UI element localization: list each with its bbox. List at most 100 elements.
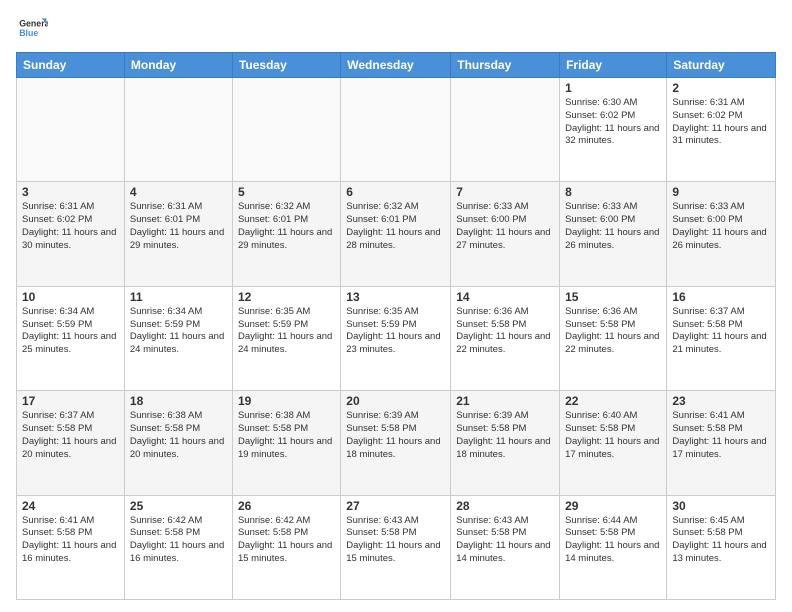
day-info: Sunrise: 6:30 AM Sunset: 6:02 PM Dayligh… — [565, 97, 661, 148]
day-info: Sunrise: 6:40 AM Sunset: 5:58 PM Dayligh… — [565, 410, 661, 461]
calendar-cell: 15 Sunrise: 6:36 AM Sunset: 5:58 PM Dayli… — [560, 286, 667, 390]
calendar-cell — [17, 78, 125, 182]
calendar-cell: 25 Sunrise: 6:42 AM Sunset: 5:58 PM Dayli… — [124, 495, 232, 599]
day-number: 17 — [22, 394, 119, 408]
page-header: General Blue — [16, 12, 776, 44]
day-number: 1 — [565, 81, 661, 95]
day-info: Sunrise: 6:36 AM Sunset: 5:58 PM Dayligh… — [565, 306, 661, 357]
day-number: 20 — [346, 394, 445, 408]
day-info: Sunrise: 6:43 AM Sunset: 5:58 PM Dayligh… — [346, 515, 445, 566]
calendar-cell: 5 Sunrise: 6:32 AM Sunset: 6:01 PM Daylig… — [232, 182, 340, 286]
calendar-cell: 6 Sunrise: 6:32 AM Sunset: 6:01 PM Daylig… — [341, 182, 451, 286]
calendar-cell: 1 Sunrise: 6:30 AM Sunset: 6:02 PM Daylig… — [560, 78, 667, 182]
calendar-cell: 11 Sunrise: 6:34 AM Sunset: 5:59 PM Dayli… — [124, 286, 232, 390]
day-info: Sunrise: 6:37 AM Sunset: 5:58 PM Dayligh… — [672, 306, 770, 357]
day-info: Sunrise: 6:34 AM Sunset: 5:59 PM Dayligh… — [22, 306, 119, 357]
calendar-cell: 18Sunrise: 6:38 AM Sunset: 5:58 PM Dayli… — [124, 391, 232, 495]
svg-text:Blue: Blue — [19, 28, 38, 38]
calendar-cell: 24 Sunrise: 6:41 AM Sunset: 5:58 PM Dayli… — [17, 495, 125, 599]
day-info: Sunrise: 6:34 AM Sunset: 5:59 PM Dayligh… — [130, 306, 227, 357]
calendar-cell: 12 Sunrise: 6:35 AM Sunset: 5:59 PM Dayli… — [232, 286, 340, 390]
day-number: 3 — [22, 185, 119, 199]
weekday-header-thursday: Thursday — [451, 53, 560, 78]
calendar-cell: 26Sunrise: 6:42 AM Sunset: 5:58 PM Dayli… — [232, 495, 340, 599]
day-number: 9 — [672, 185, 770, 199]
day-number: 14 — [456, 290, 554, 304]
day-info: Sunrise: 6:42 AM Sunset: 5:58 PM Dayligh… — [130, 515, 227, 566]
calendar-cell: 27 Sunrise: 6:43 AM Sunset: 5:58 PM Dayli… — [341, 495, 451, 599]
weekday-header-monday: Monday — [124, 53, 232, 78]
calendar-cell: 13Sunrise: 6:35 AM Sunset: 5:59 PM Dayli… — [341, 286, 451, 390]
day-number: 2 — [672, 81, 770, 95]
day-info: Sunrise: 6:33 AM Sunset: 6:00 PM Dayligh… — [456, 201, 554, 252]
day-info: Sunrise: 6:31 AM Sunset: 6:01 PM Dayligh… — [130, 201, 227, 252]
day-number: 29 — [565, 499, 661, 513]
calendar-cell: 21 Sunrise: 6:39 AM Sunset: 5:58 PM Dayli… — [451, 391, 560, 495]
day-number: 10 — [22, 290, 119, 304]
calendar-cell: 8 Sunrise: 6:33 AM Sunset: 6:00 PM Daylig… — [560, 182, 667, 286]
day-number: 7 — [456, 185, 554, 199]
calendar-cell: 30Sunrise: 6:45 AM Sunset: 5:58 PM Dayli… — [667, 495, 776, 599]
day-info: Sunrise: 6:44 AM Sunset: 5:58 PM Dayligh… — [565, 515, 661, 566]
day-info: Sunrise: 6:32 AM Sunset: 6:01 PM Dayligh… — [346, 201, 445, 252]
day-info: Sunrise: 6:45 AM Sunset: 5:58 PM Dayligh… — [672, 515, 770, 566]
day-info: Sunrise: 6:41 AM Sunset: 5:58 PM Dayligh… — [22, 515, 119, 566]
day-info: Sunrise: 6:33 AM Sunset: 6:00 PM Dayligh… — [672, 201, 770, 252]
day-number: 28 — [456, 499, 554, 513]
day-number: 25 — [130, 499, 227, 513]
day-number: 6 — [346, 185, 445, 199]
day-info: Sunrise: 6:35 AM Sunset: 5:59 PM Dayligh… — [238, 306, 335, 357]
calendar-cell — [341, 78, 451, 182]
day-info: Sunrise: 6:43 AM Sunset: 5:58 PM Dayligh… — [456, 515, 554, 566]
calendar-cell: 3 Sunrise: 6:31 AM Sunset: 6:02 PM Daylig… — [17, 182, 125, 286]
day-number: 11 — [130, 290, 227, 304]
day-info: Sunrise: 6:41 AM Sunset: 5:58 PM Dayligh… — [672, 410, 770, 461]
day-number: 19 — [238, 394, 335, 408]
day-info: Sunrise: 6:33 AM Sunset: 6:00 PM Dayligh… — [565, 201, 661, 252]
day-number: 15 — [565, 290, 661, 304]
calendar-table: SundayMondayTuesdayWednesdayThursdayFrid… — [16, 52, 776, 600]
calendar-cell: 4Sunrise: 6:31 AM Sunset: 6:01 PM Daylig… — [124, 182, 232, 286]
calendar-cell: 28 Sunrise: 6:43 AM Sunset: 5:58 PM Dayli… — [451, 495, 560, 599]
calendar-cell — [232, 78, 340, 182]
day-info: Sunrise: 6:36 AM Sunset: 5:58 PM Dayligh… — [456, 306, 554, 357]
calendar-cell: 23 Sunrise: 6:41 AM Sunset: 5:58 PM Dayli… — [667, 391, 776, 495]
day-info: Sunrise: 6:31 AM Sunset: 6:02 PM Dayligh… — [22, 201, 119, 252]
calendar-cell: 7 Sunrise: 6:33 AM Sunset: 6:00 PM Daylig… — [451, 182, 560, 286]
calendar-cell: 19 Sunrise: 6:38 AM Sunset: 5:58 PM Dayli… — [232, 391, 340, 495]
weekday-header-wednesday: Wednesday — [341, 53, 451, 78]
calendar-cell — [451, 78, 560, 182]
calendar-cell: 14 Sunrise: 6:36 AM Sunset: 5:58 PM Dayli… — [451, 286, 560, 390]
calendar-cell: 2 Sunrise: 6:31 AM Sunset: 6:02 PM Daylig… — [667, 78, 776, 182]
day-number: 26 — [238, 499, 335, 513]
day-number: 8 — [565, 185, 661, 199]
calendar-cell: 9 Sunrise: 6:33 AM Sunset: 6:00 PM Daylig… — [667, 182, 776, 286]
day-info: Sunrise: 6:37 AM Sunset: 5:58 PM Dayligh… — [22, 410, 119, 461]
weekday-header-tuesday: Tuesday — [232, 53, 340, 78]
calendar-cell: 10 Sunrise: 6:34 AM Sunset: 5:59 PM Dayli… — [17, 286, 125, 390]
day-number: 23 — [672, 394, 770, 408]
day-number: 27 — [346, 499, 445, 513]
logo: General Blue — [16, 12, 52, 44]
day-number: 12 — [238, 290, 335, 304]
day-info: Sunrise: 6:35 AM Sunset: 5:59 PM Dayligh… — [346, 306, 445, 357]
calendar-cell: 20 Sunrise: 6:39 AM Sunset: 5:58 PM Dayli… — [341, 391, 451, 495]
day-number: 21 — [456, 394, 554, 408]
day-number: 22 — [565, 394, 661, 408]
weekday-header-saturday: Saturday — [667, 53, 776, 78]
day-number: 18 — [130, 394, 227, 408]
weekday-header-friday: Friday — [560, 53, 667, 78]
calendar-cell: 16 Sunrise: 6:37 AM Sunset: 5:58 PM Dayli… — [667, 286, 776, 390]
calendar-cell: 22 Sunrise: 6:40 AM Sunset: 5:58 PM Dayli… — [560, 391, 667, 495]
day-info: Sunrise: 6:31 AM Sunset: 6:02 PM Dayligh… — [672, 97, 770, 148]
day-number: 5 — [238, 185, 335, 199]
day-number: 16 — [672, 290, 770, 304]
logo-icon: General Blue — [16, 12, 48, 44]
weekday-header-sunday: Sunday — [17, 53, 125, 78]
day-info: Sunrise: 6:32 AM Sunset: 6:01 PM Dayligh… — [238, 201, 335, 252]
calendar-cell: 29 Sunrise: 6:44 AM Sunset: 5:58 PM Dayli… — [560, 495, 667, 599]
day-number: 24 — [22, 499, 119, 513]
day-info: Sunrise: 6:38 AM Sunset: 5:58 PM Dayligh… — [238, 410, 335, 461]
day-info: Sunrise: 6:39 AM Sunset: 5:58 PM Dayligh… — [346, 410, 445, 461]
day-info: Sunrise: 6:39 AM Sunset: 5:58 PM Dayligh… — [456, 410, 554, 461]
